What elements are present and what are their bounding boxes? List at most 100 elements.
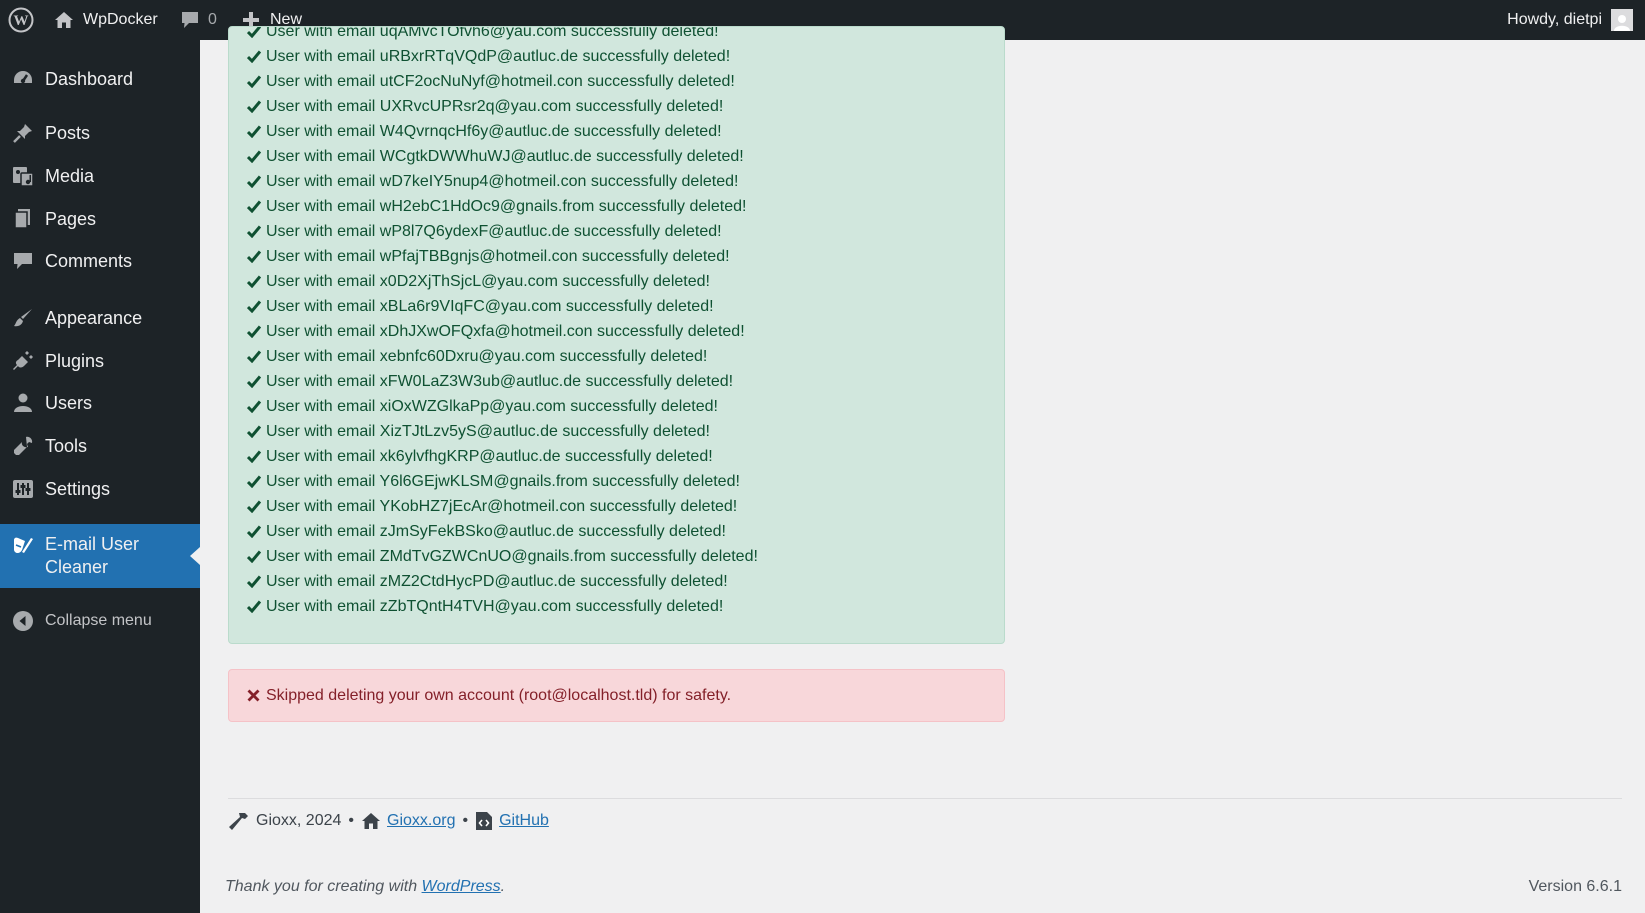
success-message: User with email wD7keIY5nup4@hotmeil.con… [247,169,758,194]
comments-menu[interactable]: 0 [180,0,217,40]
menu-item-dashboard[interactable]: Dashboard [0,66,200,92]
menu-label: Users [45,392,93,413]
menu-item-tools[interactable]: Tools [0,433,200,459]
checkmark-icon [247,50,266,63]
wrench-icon [11,434,35,458]
success-text: User with email W4QvrnqcHf6y@autluc.de s… [266,122,722,140]
avatar [1611,9,1633,31]
error-notice: Skipped deleting your own account (root@… [228,669,1005,722]
gioxx-site-link[interactable]: Gioxx.org [387,812,455,830]
wordpress-logo-menu[interactable]: W [8,0,34,40]
divider [228,798,1622,799]
menu-item-plugins[interactable]: Plugins [0,348,200,374]
home-icon [54,11,74,29]
success-message: User with email uRBxrRTqVQdP@autluc.de s… [247,44,758,69]
checkmark-icon [247,425,266,438]
success-message: User with email uqAMvcTOfvh6@yau.com suc… [247,26,758,44]
menu-item-media[interactable]: Media [0,163,200,189]
menu-item-comments[interactable]: Comments [0,248,200,274]
success-text: User with email XizTJtLzv5yS@autluc.de s… [266,422,710,440]
success-message: User with email xiOxWZGlkaPp@yau.com suc… [247,394,758,419]
thanks-suffix: . [500,878,506,895]
success-message: User with email ZMdTvGZWCnUO@gnails.from… [247,544,758,569]
menu-label: E-mail User Cleaner [45,534,140,577]
success-text: User with email xk6ylvfhgKRP@autluc.de s… [266,447,713,465]
separator: • [462,812,469,829]
checkmark-icon [247,450,266,463]
success-message: User with email wP8l7Q6ydexF@autluc.de s… [247,219,758,244]
success-text: User with email uqAMvcTOfvh6@yau.com suc… [266,26,719,40]
success-text: User with email wH2ebC1HdOc9@gnails.from… [266,197,747,215]
menu-item-email-user-cleaner[interactable]: E-mail User Cleaner [0,524,200,588]
comment-bubble-icon [180,10,200,30]
pin-icon [11,121,35,145]
success-text: User with email x0D2XjThSjcL@yau.com suc… [266,272,710,290]
success-text: User with email YKobHZ7jEcAr@hotmeil.con… [266,497,738,515]
success-notice: User with email uqAMvcTOfvh6@yau.com suc… [228,26,1005,644]
success-text: User with email zZbTQntH4TVH@yau.com suc… [266,597,724,615]
success-message: User with email utCF2ocNuNyf@hotmeil.con… [247,69,758,94]
success-text: User with email xebnfc60Dxru@yau.com suc… [266,347,708,365]
success-message: User with email WCgtkDWWhuWJ@autluc.de s… [247,144,758,169]
menu-item-appearance[interactable]: Appearance [0,305,200,331]
email-cleaner-icon [11,534,35,558]
github-link[interactable]: GitHub [499,812,549,830]
error-message: Skipped deleting your own account (root@… [266,686,732,704]
success-message: User with email W4QvrnqcHf6y@autluc.de s… [247,119,758,144]
author-year: Gioxx, 2024 [256,812,342,829]
success-text: User with email xBLa6r9VIqFC@yau.com suc… [266,297,714,315]
checkmark-icon [247,75,266,88]
admin-footer: Thank you for creating with WordPress. V… [225,878,1622,902]
checkmark-icon [247,375,266,388]
success-message: User with email zMZ2CtdHycPD@autluc.de s… [247,569,758,594]
wordpress-link[interactable]: WordPress [422,878,501,895]
success-message: User with email xFW0LaZ3W3ub@autluc.de s… [247,369,758,394]
success-list: User with email uqAMvcTOfvh6@yau.com suc… [247,26,758,619]
checkmark-icon [247,250,266,263]
x-mark-icon [247,689,266,702]
success-message: User with email xBLa6r9VIqFC@yau.com suc… [247,294,758,319]
settings-icon [11,477,35,501]
menu-item-pages[interactable]: Pages [0,206,200,232]
menu-item-users[interactable]: Users [0,390,200,416]
menu-item-settings[interactable]: Settings [0,476,200,502]
success-message: User with email YKobHZ7jEcAr@hotmeil.con… [247,494,758,519]
checkmark-icon [247,325,266,338]
menu-label: Dashboard [45,68,134,89]
separator: • [348,812,354,829]
checkmark-icon [247,175,266,188]
checkmark-icon [247,400,266,413]
success-message: User with email XizTJtLzv5yS@autluc.de s… [247,419,758,444]
collapse-label: Collapse menu [45,612,152,629]
success-text: User with email wPfajTBBgnjs@hotmeil.con… [266,247,730,265]
checkmark-icon [247,200,266,213]
checkmark-icon [247,275,266,288]
success-message: User with email UXRvcUPRsr2q@yau.com suc… [247,94,758,119]
success-message: User with email xebnfc60Dxru@yau.com suc… [247,344,758,369]
admin-sidebar: Dashboard Posts Media Pages Comments App… [0,40,200,913]
footer-thanks: Thank you for creating with WordPress. [225,878,505,896]
pages-icon [11,207,35,231]
success-text: User with email wP8l7Q6ydexF@autluc.de s… [266,222,722,240]
success-text: User with email uRBxrRTqVQdP@autluc.de s… [266,47,731,65]
my-account-menu[interactable]: Howdy, dietpi [1507,0,1633,40]
collapse-menu-button[interactable]: Collapse menu [0,608,200,634]
media-icon [11,164,35,188]
checkmark-icon [247,525,266,538]
version-text: Version 6.6.1 [1528,878,1622,895]
checkmark-icon [247,27,266,38]
site-name-menu[interactable]: WpDocker [54,0,158,40]
success-message: User with email zJmSyFekBSko@autluc.de s… [247,519,758,544]
checkmark-icon [247,125,266,138]
checkmark-icon [247,550,266,563]
success-message: User with email xk6ylvfhgKRP@autluc.de s… [247,444,758,469]
success-text: User with email zJmSyFekBSko@autluc.de s… [266,522,726,540]
success-message: User with email zZbTQntH4TVH@yau.com suc… [247,594,758,619]
success-message: User with email Y6l6GEjwKLSM@gnails.from… [247,469,758,494]
plugin-icon [11,349,35,373]
success-text: User with email Y6l6GEjwKLSM@gnails.from… [266,472,740,490]
menu-item-posts[interactable]: Posts [0,120,200,146]
home-icon [361,812,381,830]
success-message: User with email xDhJXwOFQxfa@hotmeil.con… [247,319,758,344]
code-file-icon [475,811,493,831]
